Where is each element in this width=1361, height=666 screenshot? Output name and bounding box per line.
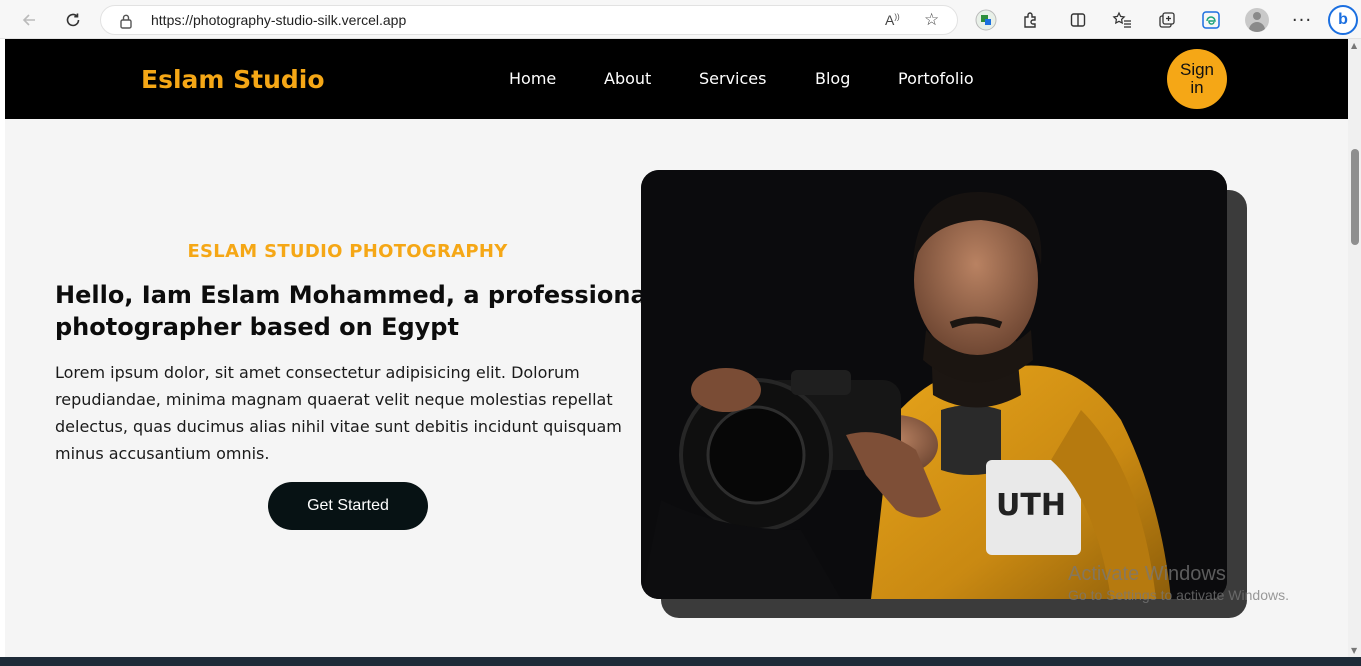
read-aloud-icon[interactable]: A)) [885,12,903,30]
vertical-scrollbar[interactable]: ▲ ▼ [1348,39,1361,657]
translate-icon[interactable] [974,8,998,32]
brand-logo[interactable]: Eslam Studio [141,65,325,94]
profile-avatar-icon[interactable] [1245,8,1269,32]
scroll-up-icon[interactable]: ▲ [1351,41,1357,50]
watermark-title: Activate Windows [1068,563,1226,585]
photographer-illustration: UTH [641,170,1227,599]
split-screen-icon[interactable] [1066,8,1090,32]
svg-text:UTH: UTH [996,488,1066,523]
get-started-button[interactable]: Get Started [268,482,428,530]
back-arrow-icon[interactable] [16,7,42,33]
hero-description: Lorem ipsum dolor, sit amet consectetur … [55,363,622,463]
windows-activation-watermark: Activate Windows Go to Settings to activ… [1068,562,1289,605]
scroll-down-icon[interactable]: ▼ [1351,646,1357,655]
site-header: Eslam Studio Home About Services Blog Po… [5,39,1348,119]
hero-title: Hello, Iam Eslam Mohammed, a professiona… [55,281,655,341]
address-bar[interactable]: https://photography-studio-silk.vercel.a… [100,5,958,35]
nav-link-blog[interactable]: Blog [815,69,850,88]
nav-link-home[interactable]: Home [509,69,556,88]
edge-icon[interactable] [1199,8,1223,32]
nav-link-portfolio[interactable]: Portofolio [898,69,974,88]
url-text: https://photography-studio-silk.vercel.a… [151,12,407,28]
browser-toolbar: https://photography-studio-silk.vercel.a… [0,0,1361,39]
bing-copilot-icon[interactable]: b [1328,5,1358,35]
more-options-icon[interactable]: ··· [1290,8,1314,32]
extensions-icon[interactable] [1018,8,1042,32]
taskbar-edge [0,657,1361,666]
watermark-subtitle: Go to Settings to activate Windows. [1068,587,1289,603]
favorite-star-icon[interactable]: ☆ [924,10,942,30]
scrollbar-thumb[interactable] [1351,149,1359,245]
nav-link-about[interactable]: About [604,69,651,88]
collections-icon[interactable] [1155,8,1179,32]
reload-icon[interactable] [60,7,86,33]
nav-link-services[interactable]: Services [699,69,766,88]
signin-button[interactable]: Sign in [1167,49,1227,109]
lock-icon [120,14,132,29]
hero-eyebrow: ESLAM STUDIO PHOTOGRAPHY [187,241,508,262]
hero-photo: UTH [641,170,1227,599]
favorites-icon[interactable] [1110,8,1134,32]
